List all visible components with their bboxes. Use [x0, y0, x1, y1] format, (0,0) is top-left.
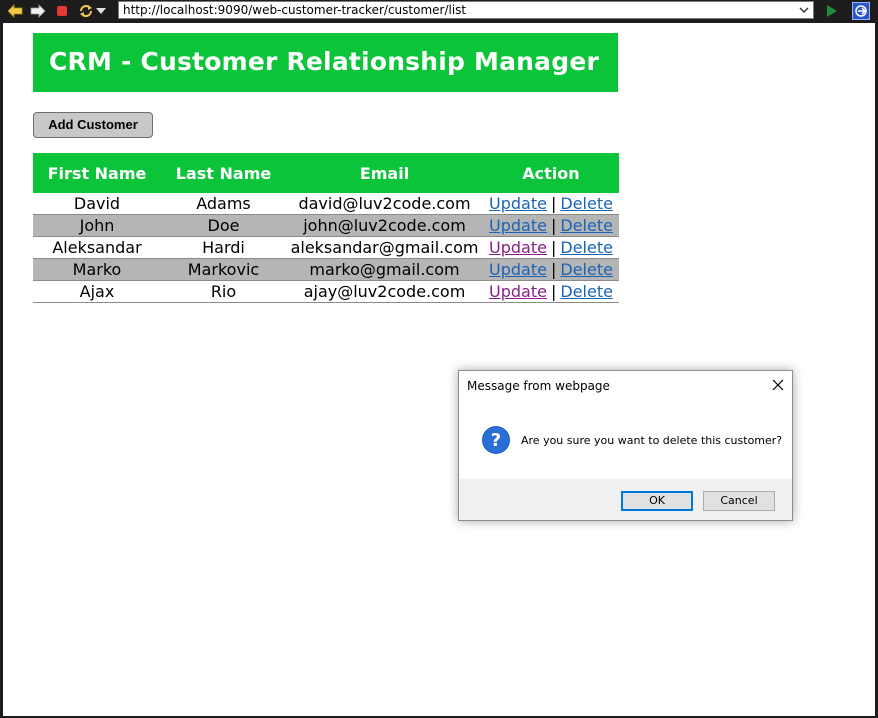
go-icon[interactable] — [822, 2, 840, 20]
back-icon[interactable] — [6, 2, 24, 20]
action-separator: | — [550, 216, 557, 235]
table-row: Ajax Rio ajay@luv2code.com Update | Delete — [33, 280, 619, 303]
close-icon[interactable] — [769, 376, 787, 394]
action-separator: | — [550, 282, 557, 301]
add-customer-button[interactable]: Add Customer — [33, 112, 153, 138]
action-separator: | — [550, 238, 557, 257]
question-icon: ? — [481, 425, 511, 455]
delete-link[interactable]: Delete — [560, 260, 613, 279]
history-dropdown-icon[interactable] — [94, 2, 108, 20]
delete-link[interactable]: Delete — [560, 216, 613, 235]
cell-first-name: John — [33, 214, 161, 237]
header-email: Email — [286, 153, 483, 193]
cell-last-name: Rio — [161, 280, 286, 303]
header-last-name: Last Name — [161, 153, 286, 193]
ok-button[interactable]: OK — [621, 491, 693, 511]
cell-last-name: Doe — [161, 214, 286, 237]
update-link[interactable]: Update — [489, 238, 547, 257]
dialog-title: Message from webpage — [467, 379, 610, 393]
dialog-footer: OK Cancel — [459, 479, 792, 520]
delete-link[interactable]: Delete — [560, 194, 613, 213]
cell-email: john@luv2code.com — [286, 214, 483, 237]
cell-first-name: Marko — [33, 258, 161, 281]
page-header: CRM - Customer Relationship Manager — [33, 33, 618, 92]
cell-email: aleksandar@gmail.com — [286, 236, 483, 259]
table-row: John Doe john@luv2code.com Update | Delete — [33, 214, 619, 237]
cell-email: david@luv2code.com — [286, 193, 483, 215]
table-row: Aleksandar Hardi aleksandar@gmail.com Up… — [33, 236, 619, 259]
update-link[interactable]: Update — [489, 260, 547, 279]
update-link[interactable]: Update — [489, 194, 547, 213]
delete-link[interactable]: Delete — [560, 282, 613, 301]
table-row: Marko Markovic marko@gmail.com Update | De… — [33, 258, 619, 281]
cell-email: ajay@luv2code.com — [286, 280, 483, 303]
update-link[interactable]: Update — [489, 282, 547, 301]
delete-link[interactable]: Delete — [560, 238, 613, 257]
cell-action: Update | Delete — [483, 214, 619, 237]
dialog-message: Are you sure you want to delete this cus… — [521, 434, 783, 447]
cell-action: Update | Delete — [483, 280, 619, 303]
customer-table: First Name Last Name Email Action David … — [33, 153, 619, 303]
address-bar-url: http://localhost:9090/web-customer-track… — [123, 3, 467, 17]
page-title: CRM - Customer Relationship Manager — [49, 47, 600, 76]
cell-last-name: Markovic — [161, 258, 286, 281]
update-link[interactable]: Update — [489, 216, 547, 235]
header-action: Action — [483, 153, 619, 193]
cancel-button[interactable]: Cancel — [703, 491, 775, 511]
cell-first-name: Aleksandar — [33, 236, 161, 259]
browser-toolbar: http://localhost:9090/web-customer-track… — [0, 0, 878, 22]
forward-icon[interactable] — [29, 2, 47, 20]
cell-action: Update | Delete — [483, 258, 619, 281]
cell-last-name: Adams — [161, 193, 286, 215]
svg-text:?: ? — [491, 430, 501, 451]
action-separator: | — [550, 194, 557, 213]
address-dropdown-icon[interactable] — [796, 2, 812, 18]
confirm-dialog: Message from webpage ? Are you sure you … — [458, 370, 793, 521]
cell-first-name: Ajax — [33, 280, 161, 303]
cell-action: Update | Delete — [483, 193, 619, 215]
action-separator: | — [550, 260, 557, 279]
header-first-name: First Name — [33, 153, 161, 193]
cell-last-name: Hardi — [161, 236, 286, 259]
address-bar[interactable]: http://localhost:9090/web-customer-track… — [118, 1, 814, 19]
cell-first-name: David — [33, 193, 161, 215]
table-header-row: First Name Last Name Email Action — [33, 153, 619, 193]
cell-email: marko@gmail.com — [286, 258, 483, 281]
cell-action: Update | Delete — [483, 236, 619, 259]
table-row: David Adams david@luv2code.com Update | De… — [33, 193, 619, 215]
stop-icon[interactable] — [53, 2, 71, 20]
refresh-icon[interactable] — [77, 2, 95, 20]
extension-icon[interactable] — [852, 2, 870, 20]
